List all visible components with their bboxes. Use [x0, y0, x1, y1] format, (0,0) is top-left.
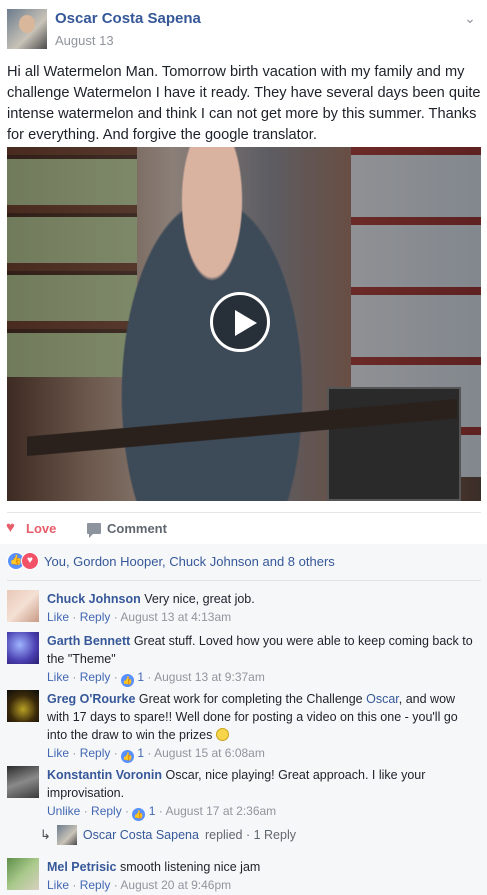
divider — [7, 580, 481, 581]
reply-link[interactable]: Reply — [80, 670, 111, 684]
like-count-icon: 👍 — [121, 674, 135, 687]
comment-meta: Like · Reply · August 20 at 9:46pm — [47, 878, 232, 892]
comment-author[interactable]: Chuck Johnson — [47, 592, 141, 606]
reply-count[interactable]: replied · 1 Reply — [205, 828, 296, 842]
avatar[interactable] — [7, 590, 39, 622]
heart-icon — [6, 519, 20, 536]
post-text: Hi all Watermelon Man. Tomorrow birth va… — [7, 64, 481, 143]
reactions-summary[interactable]: 👍 ♥ You, Gordon Hooper, Chuck Johnson an… — [7, 552, 335, 570]
like-link[interactable]: Like — [47, 610, 69, 624]
video-player[interactable] — [7, 147, 481, 501]
reply-link[interactable]: Reply — [91, 804, 122, 818]
comment-time[interactable]: August 15 at 6:08am — [154, 746, 265, 760]
comment-meta: Like · Reply · 👍 1 · August 13 at 9:37am — [47, 670, 265, 687]
video-guitar — [27, 397, 457, 457]
comment-bubble-icon — [87, 523, 101, 538]
love-button[interactable]: Love — [6, 519, 57, 537]
avatar — [56, 825, 77, 845]
like-count-icon: 👍 — [121, 750, 135, 763]
reply-arrow-icon: ↳ — [40, 827, 51, 842]
comment-text: Very nice, great job. — [144, 592, 255, 606]
comment-time[interactable]: August 13 at 4:13am — [120, 610, 231, 624]
unlike-link[interactable]: Unlike — [47, 804, 80, 818]
reply-link[interactable]: Reply — [80, 746, 111, 760]
play-icon[interactable] — [210, 292, 270, 352]
comment-time[interactable]: August 17 at 2:36am — [165, 804, 276, 818]
comment-time[interactable]: August 13 at 9:37am — [154, 670, 265, 684]
comment-meta: Like · Reply · 👍 1 · August 15 at 6:08am — [47, 746, 265, 763]
comment-label: Comment — [107, 521, 167, 536]
comment-button[interactable]: Comment — [87, 521, 167, 538]
avatar[interactable] — [7, 690, 39, 722]
post-author[interactable]: Oscar Costa Sapena — [55, 10, 201, 27]
post-date[interactable]: August 13 — [55, 33, 114, 48]
comment-author[interactable]: Konstantin Voronin — [47, 768, 162, 782]
like-link[interactable]: Like — [47, 670, 69, 684]
avatar[interactable] — [7, 632, 39, 664]
avatar[interactable] — [7, 858, 39, 890]
like-count[interactable]: 1 — [137, 746, 144, 760]
like-link[interactable]: Like — [47, 746, 69, 760]
comment-meta: Unlike · Reply · 👍 1 · August 17 at 2:36… — [47, 804, 277, 821]
post-header: Oscar Costa Sapena August 13 ⌄ — [0, 0, 487, 55]
avatar[interactable] — [7, 766, 39, 798]
chevron-down-icon[interactable]: ⌄ — [461, 10, 479, 26]
reply-author[interactable]: Oscar Costa Sapena — [83, 828, 199, 842]
comment-author[interactable]: Greg O'Rourke — [47, 692, 135, 706]
comment-author[interactable]: Mel Petrisic — [47, 860, 116, 874]
like-count[interactable]: 1 — [137, 670, 144, 684]
love-label: Love — [26, 521, 57, 536]
mention-link[interactable]: Oscar — [366, 692, 399, 706]
post-actions: Love Comment — [6, 512, 481, 543]
comment-meta: Like · Reply · August 13 at 4:13am — [47, 610, 232, 624]
comment-text: Great work for completing the Challenge — [138, 692, 367, 706]
comments-area: 👍 ♥ You, Gordon Hooper, Chuck Johnson an… — [0, 544, 487, 895]
reactions-text[interactable]: You, Gordon Hooper, Chuck Johnson and 8 … — [44, 554, 335, 569]
reply-link[interactable]: Reply — [80, 878, 111, 892]
comment-time[interactable]: August 20 at 9:46pm — [120, 878, 231, 892]
like-count[interactable]: 1 — [149, 804, 156, 818]
smile-emoji-icon — [215, 728, 229, 741]
comment-text: smooth listening nice jam — [119, 860, 261, 874]
replies-link[interactable]: ↳ Oscar Costa Sapena replied · 1 Reply — [40, 825, 296, 845]
like-count-icon: 👍 — [132, 808, 146, 821]
reply-link[interactable]: Reply — [80, 610, 111, 624]
author-avatar[interactable] — [7, 9, 47, 49]
comment-author[interactable]: Garth Bennett — [47, 634, 130, 648]
like-link[interactable]: Like — [47, 878, 69, 892]
love-reaction-icon: ♥ — [21, 552, 39, 570]
